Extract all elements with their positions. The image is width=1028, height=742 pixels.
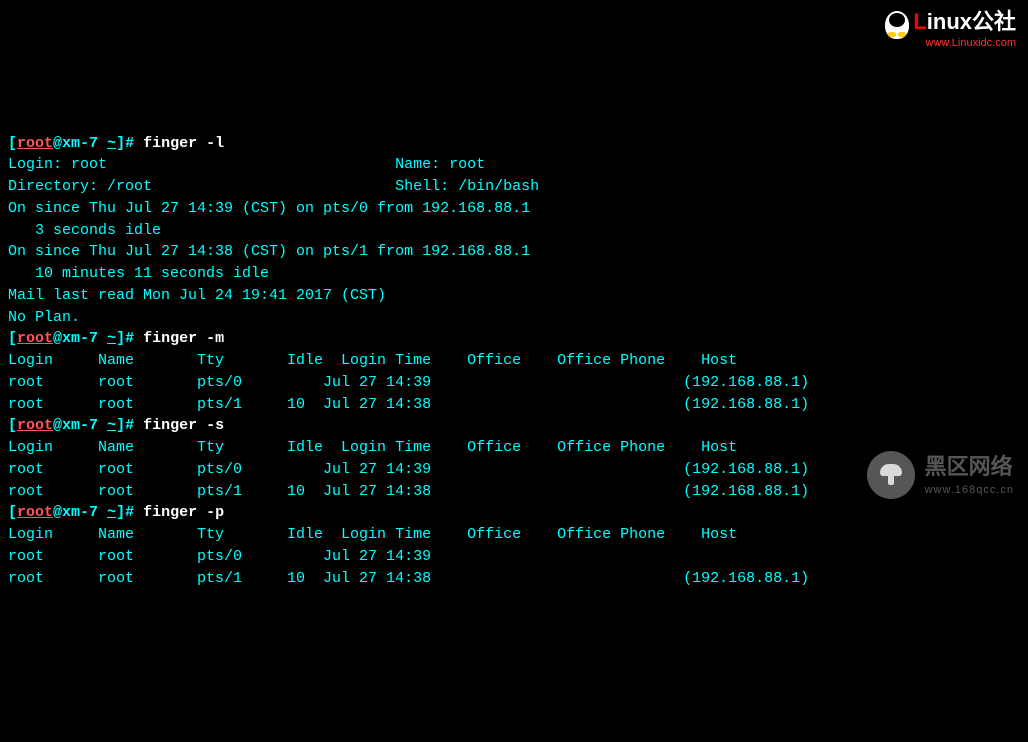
mushroom-icon xyxy=(880,464,902,486)
brand-rest: inux公社 xyxy=(927,9,1016,34)
linux-watermark: Linux公社 www.Linuxidc.com xyxy=(885,6,1016,52)
prompt-host: xm-7 xyxy=(62,417,98,434)
brand-url: www.Linuxidc.com xyxy=(885,36,1016,52)
command-input[interactable]: finger -l xyxy=(143,135,224,152)
table-row: root root pts/1 10 Jul 27 14:38 (192.168… xyxy=(8,394,1020,416)
prompt-cwd: ~ xyxy=(107,330,116,347)
prompt-host: xm-7 xyxy=(62,135,98,152)
mushroom-badge-icon xyxy=(867,451,915,499)
table-row: root root pts/0 Jul 27 14:39 xyxy=(8,546,1020,568)
prompt-user: root xyxy=(17,330,53,347)
table-row: root root pts/0 Jul 27 14:39 (192.168.88… xyxy=(8,372,1020,394)
prompt-user: root xyxy=(17,135,53,152)
tux-icon xyxy=(885,11,909,39)
brand-letter: L xyxy=(913,9,926,34)
heiqu-watermark: 黑区网络 www.168qcc.cn xyxy=(867,451,1014,499)
terminal-output[interactable]: [root@xm-7 ~]# finger -lLogin: root Name… xyxy=(8,133,1020,590)
prompt-cwd: ~ xyxy=(107,417,116,434)
bottom-watermark-url: www.168qcc.cn xyxy=(925,483,1014,499)
command-input[interactable]: finger -m xyxy=(143,330,224,347)
bottom-watermark-title: 黑区网络 xyxy=(925,451,1014,483)
prompt-host: xm-7 xyxy=(62,330,98,347)
table-row: root root pts/1 10 Jul 27 14:38 (192.168… xyxy=(8,568,1020,590)
command-input[interactable]: finger -s xyxy=(143,417,224,434)
prompt-cwd: ~ xyxy=(107,135,116,152)
prompt-user: root xyxy=(17,417,53,434)
